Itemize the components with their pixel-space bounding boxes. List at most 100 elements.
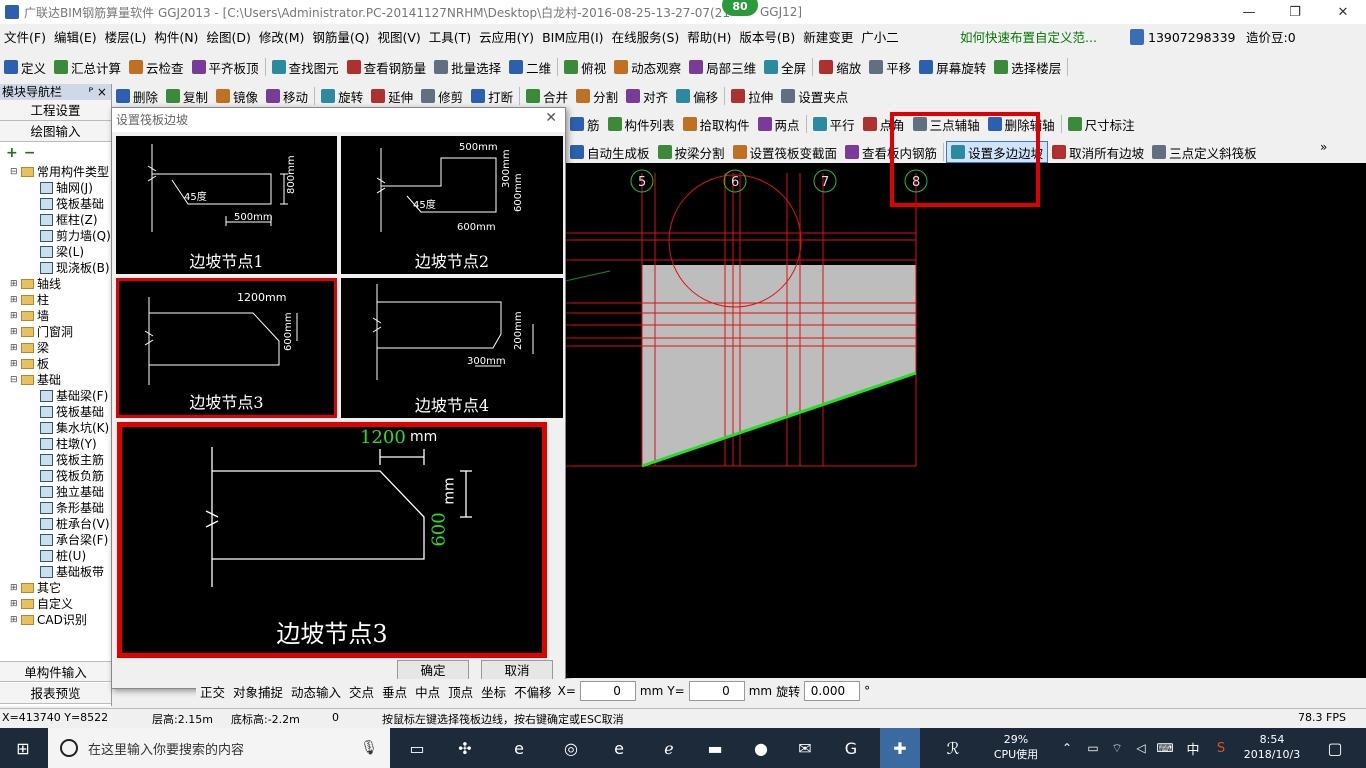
- tree-item[interactable]: ⊞ 其它: [0, 580, 111, 596]
- toolbar1-button-8[interactable]: 俯视: [560, 56, 610, 78]
- toolbar1-button-12[interactable]: 缩放: [815, 56, 865, 78]
- toolbar1-button-9[interactable]: 动态观察: [610, 56, 685, 78]
- toolbar2-button-9[interactable]: 分割: [572, 85, 622, 107]
- toolbar4-button-2[interactable]: 设置筏板变截面: [729, 141, 842, 163]
- tree-item[interactable]: 轴网(J): [0, 180, 111, 196]
- tree-item[interactable]: ⊞ 梁: [0, 340, 111, 356]
- tree-item[interactable]: ⊟ 常用构件类型: [0, 164, 111, 180]
- snap-option-0[interactable]: 正交: [196, 680, 229, 702]
- tree-item[interactable]: ⊞ 墙: [0, 308, 111, 324]
- close-button[interactable]: ✕: [1320, 0, 1366, 24]
- minimize-button[interactable]: —: [1226, 0, 1272, 24]
- tree-item[interactable]: ⊞ 轴线: [0, 276, 111, 292]
- keyboard-icon[interactable]: ⌨: [1152, 736, 1178, 760]
- snap-y[interactable]: 0: [688, 681, 745, 701]
- green-app-icon[interactable]: ●: [748, 736, 774, 760]
- tree-item[interactable]: 筏板负筋: [0, 468, 111, 484]
- slope-node-3[interactable]: 1200mm 600mm 边坡节点3: [116, 278, 337, 418]
- toolbar4-button-1[interactable]: 按梁分割: [654, 141, 729, 163]
- menu-item-0[interactable]: 文件(F): [0, 26, 50, 50]
- toolbar2-button-8[interactable]: 合并: [522, 85, 572, 107]
- toolbar1-button-5[interactable]: 查看钢筋量: [343, 56, 431, 78]
- toolbar2-button-11[interactable]: 偏移: [672, 85, 722, 107]
- ie-icon[interactable]: e: [506, 736, 532, 760]
- tree-item[interactable]: 梁(L): [0, 244, 111, 260]
- restore-button[interactable]: ❐: [1272, 0, 1318, 24]
- tree-toggle-icon[interactable]: ⊞: [10, 308, 19, 324]
- tree-item[interactable]: 框柱(Z): [0, 212, 111, 228]
- toolbar2-button-0[interactable]: 删除: [112, 85, 162, 107]
- tree-item[interactable]: 筏板基础: [0, 196, 111, 212]
- snap-rot[interactable]: 0.000: [804, 681, 861, 701]
- drawing-canvas[interactable]: 5678: [565, 163, 1366, 678]
- tree-toggle-icon[interactable]: ⊞: [10, 276, 19, 292]
- folder-icon[interactable]: ▬: [702, 736, 728, 760]
- tree-toggle-icon[interactable]: ⊞: [10, 612, 19, 628]
- menu-item-3[interactable]: 构件(N): [150, 26, 202, 50]
- menu-item-15[interactable]: 广小二: [857, 26, 903, 50]
- menu-item-11[interactable]: 在线服务(S): [608, 26, 684, 50]
- toolbar1-button-13[interactable]: 平移: [865, 56, 915, 78]
- notification-icon[interactable]: ▢: [1322, 736, 1348, 760]
- report-preview-button[interactable]: 报表预览: [0, 683, 111, 704]
- ime-language[interactable]: 中: [1180, 736, 1206, 760]
- tree-item[interactable]: 现浇板(B): [0, 260, 111, 276]
- toolbar1-button-6[interactable]: 批量选择: [430, 56, 505, 78]
- toolbar2-button-10[interactable]: 对齐: [622, 85, 672, 107]
- toolbar1-button-15[interactable]: 选择楼层: [990, 56, 1065, 78]
- wifi-icon[interactable]: ⌔: [1104, 736, 1130, 760]
- sogou-icon[interactable]: S: [1208, 736, 1234, 760]
- tray-chevron-icon[interactable]: ⌃: [1054, 736, 1080, 760]
- toolbar1-button-7[interactable]: 二维: [505, 56, 555, 78]
- toolbar3-button-4[interactable]: 平行: [809, 113, 859, 135]
- menu-item-4[interactable]: 绘图(D): [202, 26, 254, 50]
- tree-toggle-icon[interactable]: ⊞: [10, 324, 19, 340]
- browser-app-icon[interactable]: ◎: [558, 736, 584, 760]
- tree-item[interactable]: ⊞ CAD识别: [0, 612, 111, 628]
- toolbar3-button-3[interactable]: 两点: [754, 113, 804, 135]
- tree-item[interactable]: 承台梁(F): [0, 532, 111, 548]
- toolbar2-button-2[interactable]: 镜像: [212, 85, 262, 107]
- toolbar1-button-14[interactable]: 屏幕旋转: [915, 56, 990, 78]
- project-settings-button[interactable]: 工程设置: [0, 100, 111, 121]
- ie-icon-2[interactable]: ℯ: [656, 736, 682, 760]
- snap-option-2[interactable]: 动态输入: [287, 680, 345, 702]
- toolbar3-button-1[interactable]: 构件列表: [604, 113, 679, 135]
- tree-item[interactable]: ⊞ 门窗洞: [0, 324, 111, 340]
- toolbar2-button-12[interactable]: 拉伸: [727, 85, 777, 107]
- tree-item[interactable]: ⊟ 基础: [0, 372, 111, 388]
- tree-toggle-icon[interactable]: ⊟: [10, 164, 19, 180]
- tree-item[interactable]: 筏板主筋: [0, 452, 111, 468]
- snap-option-8[interactable]: 不偏移: [510, 680, 556, 702]
- active-app-icon[interactable]: ✚: [880, 728, 920, 768]
- menu-item-2[interactable]: 楼层(L): [101, 26, 151, 50]
- tree-item[interactable]: 桩承台(V): [0, 516, 111, 532]
- people-icon[interactable]: ℛ: [940, 736, 966, 760]
- toolbar2-button-3[interactable]: 移动: [262, 85, 312, 107]
- tree-toggle-icon[interactable]: ⊞: [10, 596, 19, 612]
- toolbar2-button-7[interactable]: 打断: [467, 85, 517, 107]
- menu-item-7[interactable]: 视图(V): [373, 26, 424, 50]
- tree-item[interactable]: 条形基础: [0, 500, 111, 516]
- toolbar1-button-3[interactable]: 平齐板顶: [188, 56, 263, 78]
- tree-toggle-icon[interactable]: ⊞: [10, 580, 19, 596]
- task-view-icon[interactable]: ▭: [404, 736, 430, 760]
- toolbar1-button-10[interactable]: 局部三维: [685, 56, 760, 78]
- microphone-icon[interactable]: 🎙: [360, 740, 378, 756]
- tree-item[interactable]: ⊞ 板: [0, 356, 111, 372]
- tree-toggle-icon[interactable]: ⊞: [10, 356, 19, 372]
- tree-item[interactable]: 柱墩(Y): [0, 436, 111, 452]
- expand-all-icon[interactable]: +: [6, 145, 18, 161]
- tree-item[interactable]: 集水坑(K): [0, 420, 111, 436]
- tree-item[interactable]: 基础梁(F): [0, 388, 111, 404]
- snap-option-5[interactable]: 中点: [411, 680, 444, 702]
- tree-item[interactable]: ⊞ 柱: [0, 292, 111, 308]
- toolbar1-button-4[interactable]: 查找图元: [268, 56, 343, 78]
- tree-item[interactable]: 基础板带: [0, 564, 111, 580]
- toolbar2-button-1[interactable]: 复制: [162, 85, 212, 107]
- user-phone[interactable]: 13907298339: [1148, 26, 1235, 50]
- menu-item-8[interactable]: 工具(T): [425, 26, 475, 50]
- tree-item[interactable]: 筏板基础: [0, 404, 111, 420]
- toolbar2-button-4[interactable]: 旋转: [317, 85, 367, 107]
- toolbar1-button-2[interactable]: 云检查: [125, 56, 188, 78]
